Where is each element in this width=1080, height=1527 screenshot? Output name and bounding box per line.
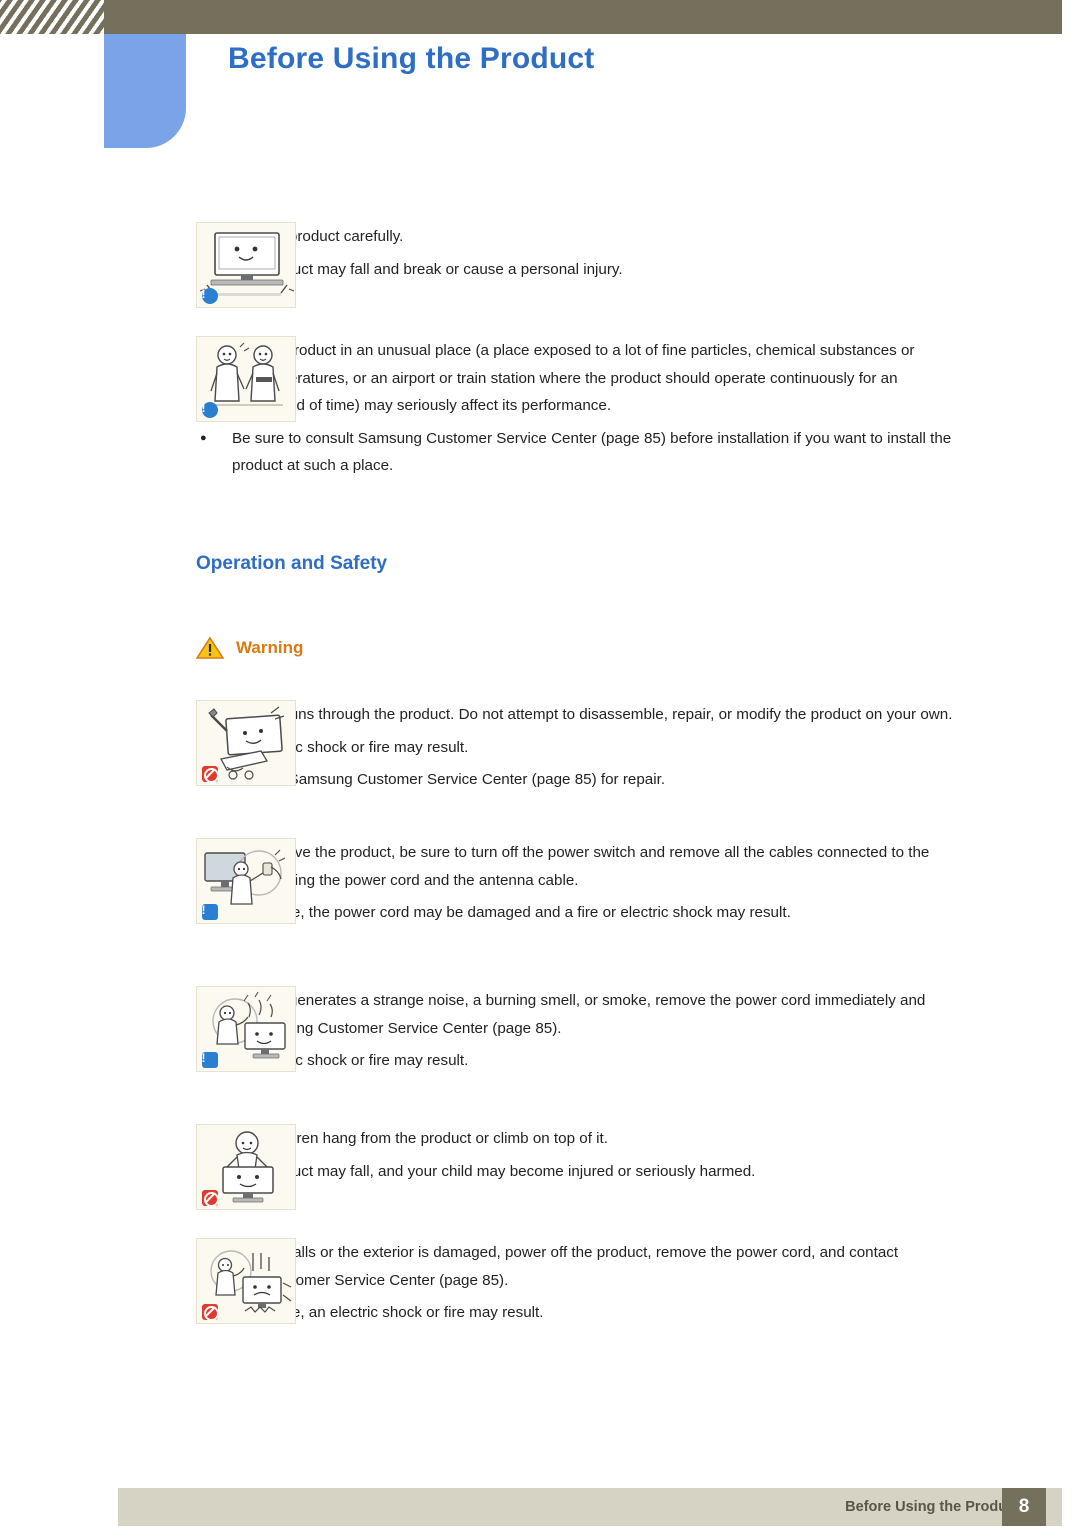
bullet-text: Contact Samsung Customer Service Center …: [232, 771, 666, 788]
section-high-voltage: High voltage runs through the product. D…: [0, 700, 1080, 808]
two-people-talking-icon: !: [196, 336, 296, 422]
bullet-text: An electric shock or fire may result.: [232, 1052, 469, 1069]
paragraph: Put down the product carefully.: [196, 228, 404, 245]
page-title: Before Using the Product: [228, 42, 595, 75]
bullet-item: ● Be sure to consult Samsung Customer Se…: [196, 425, 962, 480]
bullet-dot: ●: [200, 431, 207, 444]
warning-triangle-icon: [196, 636, 224, 660]
bullet-text: Otherwise, the power cord may be damaged…: [232, 904, 791, 921]
text-column: Installing the product in an unusual pla…: [196, 336, 1080, 480]
exclamation-badge: !: [201, 287, 218, 304]
header-bar-right-gap: [1062, 0, 1080, 34]
icon-column: [0, 1124, 296, 1210]
footer-page-number: 8: [1002, 1488, 1046, 1526]
no-disassemble-tv-icon: [196, 700, 296, 786]
icon-column: !: [0, 222, 296, 308]
icon-column: !: [0, 336, 296, 480]
text-column: Before you move the product, be sure to …: [196, 838, 1080, 927]
paragraph: Installing the product in an unusual pla…: [196, 342, 915, 414]
prohibition-badge: [201, 765, 219, 783]
exclamation-badge: !: [201, 401, 218, 418]
text-column: If the product generates a strange noise…: [196, 986, 1080, 1075]
icon-column: [0, 700, 296, 794]
icon-column: [0, 1238, 296, 1327]
section-strange-noise: ! If the product generates a strange noi…: [0, 986, 1080, 1089]
header-blue-tab: [104, 34, 186, 148]
exclamation-badge: !: [201, 903, 218, 920]
bullet-item: ● An electric shock or fire may result.: [196, 734, 962, 762]
bullet-text: The product may fall, and your child may…: [232, 1162, 756, 1180]
section-unusual-place: ! Installing the product in an unusual p…: [0, 336, 1080, 494]
text-column: Do not let children hang from the produc…: [196, 1124, 1080, 1210]
section-put-down-carefully: ! Put down the product carefully. ● The …: [0, 222, 1080, 322]
bullet-item: ● An electric shock or fire may result.: [196, 1047, 962, 1075]
section-before-move: ! Before you move the product, be sure t…: [0, 838, 1080, 941]
text-column: High voltage runs through the product. D…: [196, 700, 1080, 794]
bullet-text: Otherwise, an electric shock or fire may…: [232, 1304, 544, 1321]
warning-label: Warning: [236, 638, 304, 657]
smoke-burning-smell-icon: !: [196, 986, 296, 1072]
bullet-item: ● Otherwise, the power cord may be damag…: [196, 899, 962, 927]
bullet-item: ● Contact Samsung Customer Service Cente…: [196, 766, 962, 794]
section-children-hang: Do not let children hang from the produc…: [0, 1124, 1080, 1224]
icon-column: !: [0, 986, 296, 1075]
no-children-hanging-icon: [196, 1124, 296, 1210]
prohibition-badge: [201, 1189, 219, 1207]
paragraph: If the product generates a strange noise…: [196, 992, 926, 1037]
tv-on-stand-careful-icon: !: [196, 222, 296, 308]
damaged-product-icon: [196, 1238, 296, 1324]
section-product-falls: If the product falls or the exterior is …: [0, 1238, 1080, 1341]
paragraph: High voltage runs through the product. D…: [196, 706, 953, 723]
text-column: Put down the product carefully. ● The pr…: [196, 222, 1080, 308]
paragraph: Do not let children hang from the produc…: [196, 1130, 608, 1147]
text-column: If the product falls or the exterior is …: [196, 1238, 1080, 1327]
exclamation-badge: !: [201, 1051, 218, 1068]
bullet-text: An electric shock or fire may result.: [232, 738, 469, 756]
header-hatch-decoration: [0, 0, 104, 34]
footer-title: Before Using the Product: [845, 1499, 1020, 1515]
warning-header: Warning: [196, 636, 303, 660]
paragraph: Before you move the product, be sure to …: [196, 844, 930, 889]
unplug-cables-before-move-icon: !: [196, 838, 296, 924]
bullet-text: The product may fall and break or cause …: [232, 260, 623, 278]
header-bar: [0, 0, 1080, 34]
bullet-item: ● The product may fall and break or caus…: [196, 256, 962, 284]
bullet-item: ● Otherwise, an electric shock or fire m…: [196, 1299, 962, 1327]
bullet-item: ● The product may fall, and your child m…: [196, 1158, 962, 1186]
operation-and-safety-heading: Operation and Safety: [196, 553, 388, 574]
bullet-text: Be sure to consult Samsung Customer Serv…: [232, 429, 952, 475]
icon-column: !: [0, 838, 296, 927]
prohibition-badge: [201, 1303, 219, 1321]
paragraph: If the product falls or the exterior is …: [196, 1244, 899, 1289]
